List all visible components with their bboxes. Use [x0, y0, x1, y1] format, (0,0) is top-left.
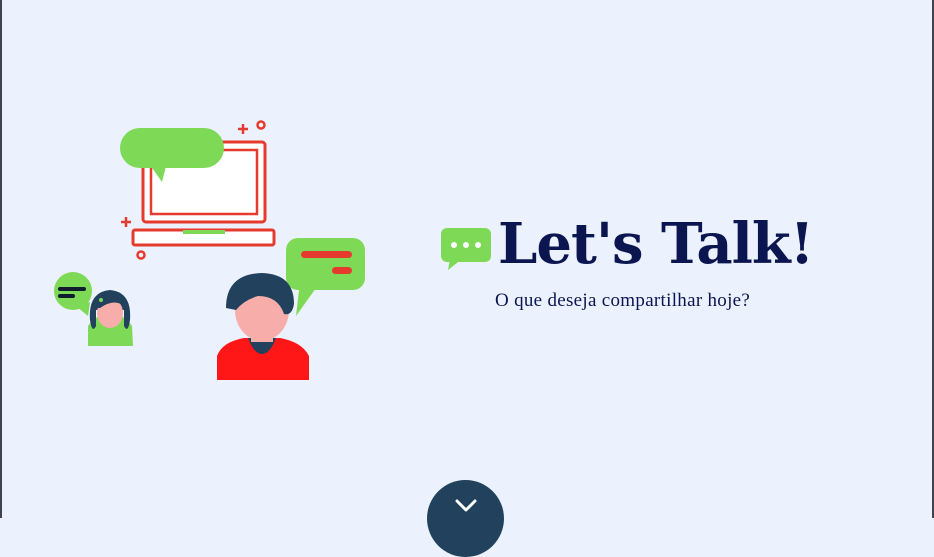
people-chatting-illustration [40, 110, 380, 390]
title-row: Let's Talk! [440, 208, 860, 280]
chat-bubble-icon [441, 228, 491, 270]
page-subtitle: O que deseja compartilhar hoje? [495, 290, 751, 311]
hero-section: Let's Talk! O que deseja compartilhar ho… [440, 208, 860, 312]
page-title: Let's Talk! [498, 211, 814, 277]
speech-bubble-left [54, 272, 92, 316]
scroll-down-button[interactable] [427, 480, 504, 557]
window-border-left [0, 0, 2, 518]
chevron-down-icon [455, 499, 477, 512]
speech-bubble-right [286, 238, 365, 316]
woman-avatar [88, 290, 133, 346]
